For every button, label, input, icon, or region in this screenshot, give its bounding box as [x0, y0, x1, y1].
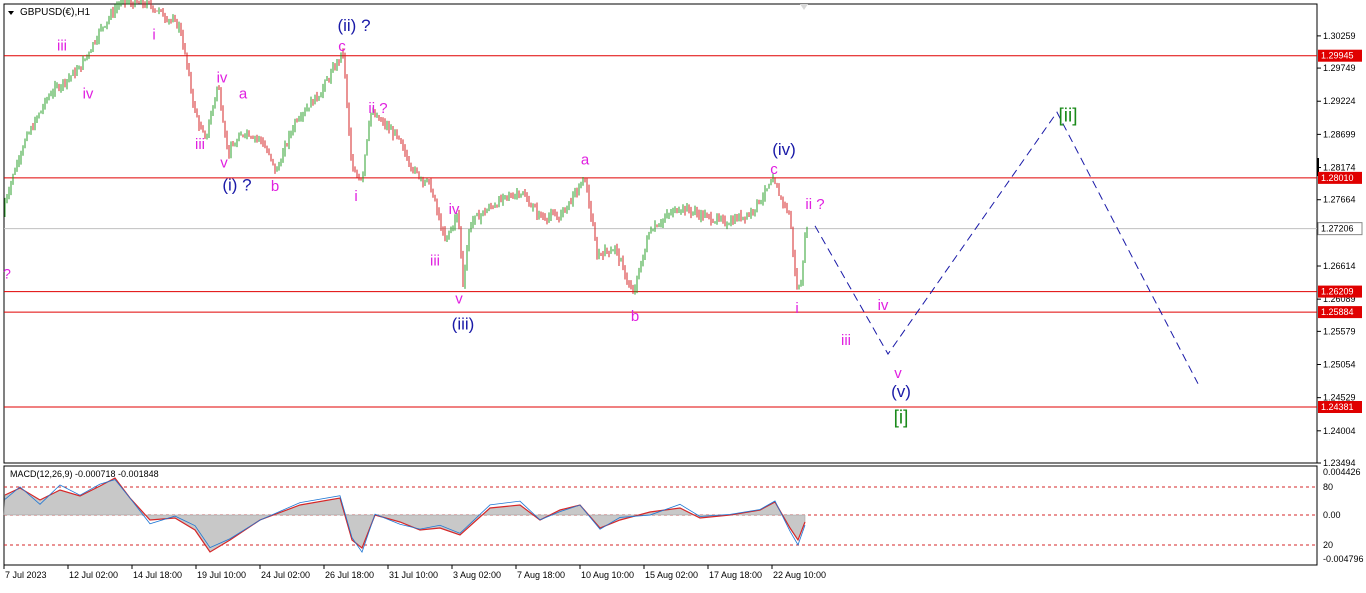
time-axis: 7 Jul 2023 12 Jul 02:00 14 Jul 18:00 19 Jul…: [3, 565, 826, 580]
chart-area[interactable]: ? iii iv i iii iv v a (i) ? b (ii) ? c ii ? i iv iii v (i…: [0, 0, 1366, 588]
wave-label: (iv): [772, 140, 796, 159]
wave-label: i: [795, 300, 798, 317]
wave-label: b: [271, 178, 279, 195]
chart-title: GBPUSD(€),H1: [20, 7, 90, 18]
wave-label: (i) ?: [222, 175, 251, 194]
macd-tick-label: 20: [1323, 540, 1333, 550]
macd-axis: 0.004426 80 0.00 20 -0.004796: [1323, 467, 1364, 564]
price-tick-label: 1.25054: [1323, 360, 1356, 370]
date-label: 3 Aug 02:00: [453, 570, 501, 580]
price-tick-label: 1.27664: [1323, 195, 1356, 205]
price-tick-label: 1.28174: [1323, 163, 1356, 173]
wave-label: [i]: [894, 407, 909, 428]
wave-label: v: [455, 290, 463, 307]
levels-layer: [4, 55, 1317, 408]
wave-label: iv: [878, 297, 889, 314]
price-tick-label: 1.26614: [1323, 261, 1356, 271]
level-tag: 1.24381: [1321, 402, 1354, 412]
wave-label: c: [770, 161, 778, 178]
date-label: 7 Jul 2023: [5, 570, 47, 580]
chart-menu-triangle-icon[interactable]: [8, 11, 14, 15]
wave-label: (iii): [452, 314, 475, 333]
wave-label: b: [631, 308, 639, 325]
date-label: 26 Jul 18:00: [325, 570, 374, 580]
level-tag: 1.25884: [1321, 307, 1354, 317]
date-label: 24 Jul 02:00: [261, 570, 310, 580]
macd-tick-label: 0.004426: [1323, 467, 1361, 477]
wave-label: ?: [3, 266, 11, 282]
level-tag: 1.29945: [1321, 51, 1354, 61]
date-label: 12 Jul 02:00: [69, 570, 118, 580]
wave-label: [ii]: [1059, 106, 1078, 127]
macd-tick-label: -0.004796: [1323, 554, 1364, 564]
wave-labels-layer: ?iiiiviiiiivva(i) ? b(ii) ?cii ?iiviiiv(i…: [3, 16, 1077, 429]
macd-label: MACD(12,26,9) -0.000718 -0.001848: [10, 469, 159, 479]
wave-label: iii: [841, 332, 851, 349]
wave-label: iv: [83, 85, 94, 102]
date-label: 17 Aug 18:00: [709, 570, 762, 580]
date-label: 14 Jul 18:00: [133, 570, 182, 580]
wave-label: (v): [891, 382, 911, 401]
level-tag: 1.28010: [1321, 173, 1354, 183]
price-tick-label: 1.25579: [1323, 326, 1356, 336]
date-label: 31 Jul 10:00: [389, 570, 438, 580]
date-label: 10 Aug 10:00: [581, 570, 634, 580]
chart-svg[interactable]: ?iiiiviiiiivva(i) ? b(ii) ?cii ?iiviiiv(i…: [0, 0, 1366, 588]
wave-label: iii: [57, 37, 67, 54]
scroll-marker-icon: [800, 4, 808, 10]
wave-label: i: [152, 27, 155, 44]
wave-label: ii ?: [805, 196, 824, 213]
macd-histogram: [3, 477, 806, 553]
date-label: 22 Aug 10:00: [773, 570, 826, 580]
price-tick-label: 1.29749: [1323, 63, 1356, 73]
wave-label: iii: [195, 136, 205, 153]
wave-label: iv: [449, 201, 460, 218]
wave-label: c: [338, 38, 346, 55]
macd-tick-label: 0.00: [1323, 510, 1341, 520]
wave-label: a: [581, 152, 590, 169]
price-tick-label: 1.28699: [1323, 129, 1356, 139]
wave-label: a: [239, 85, 248, 102]
date-label: 15 Aug 02:00: [645, 570, 698, 580]
price-candles: [4, 0, 808, 295]
level-tag: 1.26209: [1321, 287, 1354, 297]
wave-label: iv: [217, 69, 228, 86]
wave-label: i: [354, 188, 357, 205]
wave-label: (ii) ?: [337, 16, 370, 35]
price-tick-label: 1.29224: [1323, 96, 1356, 106]
price-tick-label: 1.30259: [1323, 31, 1356, 41]
projection-path: [814, 111, 1199, 384]
wave-label: iii: [430, 253, 440, 270]
date-label: 7 Aug 18:00: [517, 570, 565, 580]
wave-label: ii ?: [368, 100, 387, 117]
price-tick-label: 1.24004: [1323, 426, 1356, 436]
wave-label: v: [220, 155, 228, 172]
current-price-tag: 1.27206: [1321, 224, 1354, 234]
macd-panel: [3, 477, 1317, 553]
date-label: 19 Jul 10:00: [197, 570, 246, 580]
macd-tick-label: 80: [1323, 482, 1333, 492]
wave-label: v: [894, 365, 902, 382]
